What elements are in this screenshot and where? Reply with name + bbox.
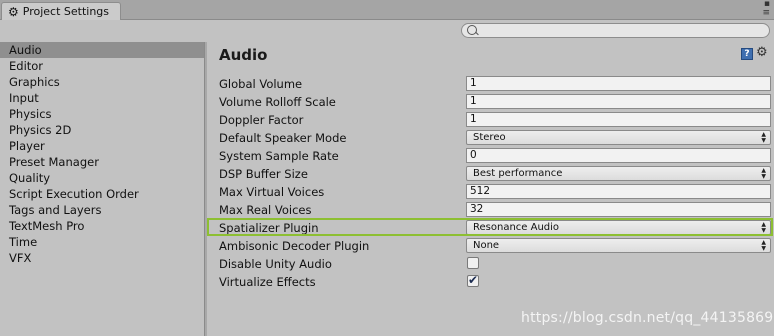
sidebar-item-player[interactable]: Player bbox=[0, 138, 204, 154]
row-volume-rolloff-scale: Volume Rolloff Scale 1 bbox=[207, 93, 774, 111]
row-max-real-voices: Max Real Voices 32 bbox=[207, 201, 774, 219]
gear-icon: ⚙ bbox=[8, 4, 19, 19]
watermark-text: https://blog.csdn.net/qq_44135869 bbox=[521, 310, 774, 326]
default-speaker-mode-label: Default Speaker Mode bbox=[219, 131, 347, 145]
ambisonic-decoder-plugin-value: None bbox=[473, 240, 500, 251]
default-speaker-mode-value: Stereo bbox=[473, 132, 506, 143]
disable-unity-audio-checkbox[interactable] bbox=[467, 257, 479, 269]
settings-sidebar: Audio Editor Graphics Input Physics Phys… bbox=[0, 42, 205, 336]
settings-gear-icon[interactable]: ⚙ bbox=[756, 45, 768, 60]
checkmark-icon: ✔ bbox=[468, 273, 479, 287]
disable-unity-audio-label: Disable Unity Audio bbox=[219, 257, 332, 271]
sidebar-item-physics[interactable]: Physics bbox=[0, 106, 204, 122]
dsp-buffer-size-value: Best performance bbox=[473, 168, 563, 179]
audio-settings-panel: Audio ? ⚙ Global Volume 1 Volume Rolloff… bbox=[207, 42, 774, 336]
dropdown-arrow-icon: ▲ ▼ bbox=[761, 131, 766, 144]
page-title: Audio bbox=[219, 46, 268, 64]
search-icon bbox=[467, 25, 477, 35]
tab-title: Project Settings bbox=[22, 5, 110, 18]
tab-bar: ⚙ Project Settings ▪ ≡ bbox=[0, 0, 774, 20]
dsp-buffer-size-dropdown[interactable]: Best performance ▲ ▼ bbox=[466, 166, 771, 181]
row-default-speaker-mode: Default Speaker Mode Stereo ▲ ▼ bbox=[207, 129, 774, 147]
tab-project-settings[interactable]: ⚙ Project Settings bbox=[1, 2, 121, 20]
virtualize-effects-label: Virtualize Effects bbox=[219, 275, 316, 289]
max-real-voices-label: Max Real Voices bbox=[219, 203, 312, 217]
spatializer-highlight-box bbox=[207, 218, 773, 236]
sidebar-item-preset-manager[interactable]: Preset Manager bbox=[0, 154, 204, 170]
row-doppler-factor: Doppler Factor 1 bbox=[207, 111, 774, 129]
virtualize-effects-checkbox[interactable]: ✔ bbox=[467, 273, 479, 287]
row-disable-unity-audio: Disable Unity Audio bbox=[207, 255, 774, 273]
window-menu-icon[interactable]: ▪ ≡ bbox=[762, 0, 770, 18]
sidebar-item-quality[interactable]: Quality bbox=[0, 170, 204, 186]
sidebar-item-script-execution-order[interactable]: Script Execution Order bbox=[0, 186, 204, 202]
row-global-volume: Global Volume 1 bbox=[207, 75, 774, 93]
dropdown-arrow-icon: ▲ ▼ bbox=[761, 167, 766, 180]
ambisonic-decoder-plugin-dropdown[interactable]: None ▲ ▼ bbox=[466, 238, 771, 253]
max-real-voices-field[interactable]: 32 bbox=[466, 202, 771, 217]
sidebar-item-tags-and-layers[interactable]: Tags and Layers bbox=[0, 202, 204, 218]
doppler-factor-label: Doppler Factor bbox=[219, 113, 304, 127]
row-dsp-buffer-size: DSP Buffer Size Best performance ▲ ▼ bbox=[207, 165, 774, 183]
sidebar-item-input[interactable]: Input bbox=[0, 90, 204, 106]
row-max-virtual-voices: Max Virtual Voices 512 bbox=[207, 183, 774, 201]
sidebar-item-editor[interactable]: Editor bbox=[0, 58, 204, 74]
search-input[interactable] bbox=[461, 23, 770, 38]
volume-rolloff-scale-field[interactable]: 1 bbox=[466, 94, 771, 109]
search-row bbox=[0, 20, 774, 42]
sidebar-item-textmesh-pro[interactable]: TextMesh Pro bbox=[0, 218, 204, 234]
sidebar-item-time[interactable]: Time bbox=[0, 234, 204, 250]
row-ambisonic-decoder-plugin: Ambisonic Decoder Plugin None ▲ ▼ bbox=[207, 237, 774, 255]
sidebar-item-audio[interactable]: Audio bbox=[0, 42, 204, 58]
max-virtual-voices-label: Max Virtual Voices bbox=[219, 185, 325, 199]
sidebar-item-graphics[interactable]: Graphics bbox=[0, 74, 204, 90]
doppler-factor-field[interactable]: 1 bbox=[466, 112, 771, 127]
row-system-sample-rate: System Sample Rate 0 bbox=[207, 147, 774, 165]
default-speaker-mode-dropdown[interactable]: Stereo ▲ ▼ bbox=[466, 130, 771, 145]
sidebar-item-physics-2d[interactable]: Physics 2D bbox=[0, 122, 204, 138]
max-virtual-voices-field[interactable]: 512 bbox=[466, 184, 771, 199]
system-sample-rate-label: System Sample Rate bbox=[219, 149, 339, 163]
help-icon[interactable]: ? bbox=[741, 48, 753, 60]
global-volume-label: Global Volume bbox=[219, 77, 303, 91]
sidebar-item-vfx[interactable]: VFX bbox=[0, 250, 204, 266]
volume-rolloff-scale-label: Volume Rolloff Scale bbox=[219, 95, 336, 109]
row-virtualize-effects: Virtualize Effects ✔ bbox=[207, 273, 774, 291]
dsp-buffer-size-label: DSP Buffer Size bbox=[219, 167, 308, 181]
global-volume-field[interactable]: 1 bbox=[466, 76, 771, 91]
dropdown-arrow-icon: ▲ ▼ bbox=[761, 239, 766, 252]
ambisonic-decoder-plugin-label: Ambisonic Decoder Plugin bbox=[219, 239, 370, 253]
system-sample-rate-field[interactable]: 0 bbox=[466, 148, 771, 163]
